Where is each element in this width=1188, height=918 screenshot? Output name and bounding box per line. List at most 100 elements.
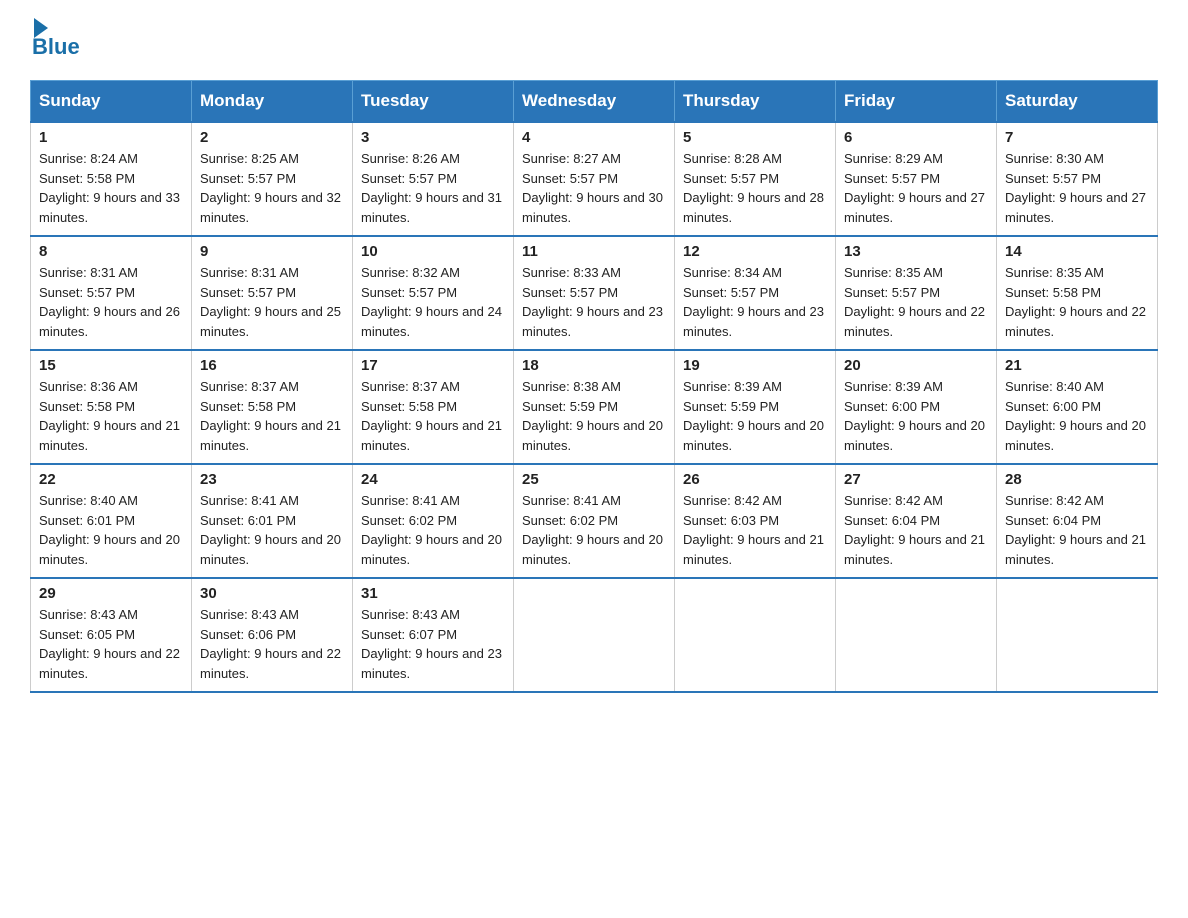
day-number: 29	[39, 585, 183, 602]
day-info: Sunrise: 8:39 AMSunset: 6:00 PMDaylight:…	[844, 377, 988, 455]
calendar-cell: 5 Sunrise: 8:28 AMSunset: 5:57 PMDayligh…	[675, 122, 836, 236]
day-number: 30	[200, 585, 344, 602]
calendar-cell: 10 Sunrise: 8:32 AMSunset: 5:57 PMDaylig…	[353, 236, 514, 350]
day-info: Sunrise: 8:42 AMSunset: 6:04 PMDaylight:…	[1005, 491, 1149, 569]
day-info: Sunrise: 8:40 AMSunset: 6:01 PMDaylight:…	[39, 491, 183, 569]
day-info: Sunrise: 8:43 AMSunset: 6:05 PMDaylight:…	[39, 605, 183, 683]
calendar-cell: 23 Sunrise: 8:41 AMSunset: 6:01 PMDaylig…	[192, 464, 353, 578]
day-info: Sunrise: 8:41 AMSunset: 6:02 PMDaylight:…	[361, 491, 505, 569]
day-number: 26	[683, 471, 827, 488]
logo-subtitle: Blue	[32, 34, 80, 60]
day-number: 13	[844, 243, 988, 260]
day-number: 7	[1005, 129, 1149, 146]
day-number: 22	[39, 471, 183, 488]
calendar-header-friday: Friday	[836, 81, 997, 123]
day-number: 9	[200, 243, 344, 260]
day-number: 8	[39, 243, 183, 260]
day-number: 25	[522, 471, 666, 488]
day-info: Sunrise: 8:32 AMSunset: 5:57 PMDaylight:…	[361, 263, 505, 341]
day-number: 18	[522, 357, 666, 374]
calendar-week-row: 1 Sunrise: 8:24 AMSunset: 5:58 PMDayligh…	[31, 122, 1158, 236]
day-number: 1	[39, 129, 183, 146]
calendar-cell: 18 Sunrise: 8:38 AMSunset: 5:59 PMDaylig…	[514, 350, 675, 464]
calendar-cell: 9 Sunrise: 8:31 AMSunset: 5:57 PMDayligh…	[192, 236, 353, 350]
calendar-cell: 16 Sunrise: 8:37 AMSunset: 5:58 PMDaylig…	[192, 350, 353, 464]
calendar-header-sunday: Sunday	[31, 81, 192, 123]
day-number: 23	[200, 471, 344, 488]
calendar-cell: 22 Sunrise: 8:40 AMSunset: 6:01 PMDaylig…	[31, 464, 192, 578]
calendar-week-row: 29 Sunrise: 8:43 AMSunset: 6:05 PMDaylig…	[31, 578, 1158, 692]
day-info: Sunrise: 8:36 AMSunset: 5:58 PMDaylight:…	[39, 377, 183, 455]
calendar-cell: 4 Sunrise: 8:27 AMSunset: 5:57 PMDayligh…	[514, 122, 675, 236]
day-info: Sunrise: 8:37 AMSunset: 5:58 PMDaylight:…	[200, 377, 344, 455]
calendar-cell: 19 Sunrise: 8:39 AMSunset: 5:59 PMDaylig…	[675, 350, 836, 464]
calendar-cell: 30 Sunrise: 8:43 AMSunset: 6:06 PMDaylig…	[192, 578, 353, 692]
day-info: Sunrise: 8:42 AMSunset: 6:04 PMDaylight:…	[844, 491, 988, 569]
calendar-week-row: 15 Sunrise: 8:36 AMSunset: 5:58 PMDaylig…	[31, 350, 1158, 464]
day-info: Sunrise: 8:30 AMSunset: 5:57 PMDaylight:…	[1005, 149, 1149, 227]
day-info: Sunrise: 8:25 AMSunset: 5:57 PMDaylight:…	[200, 149, 344, 227]
calendar-cell: 3 Sunrise: 8:26 AMSunset: 5:57 PMDayligh…	[353, 122, 514, 236]
calendar-cell: 14 Sunrise: 8:35 AMSunset: 5:58 PMDaylig…	[997, 236, 1158, 350]
day-number: 31	[361, 585, 505, 602]
day-number: 17	[361, 357, 505, 374]
day-info: Sunrise: 8:27 AMSunset: 5:57 PMDaylight:…	[522, 149, 666, 227]
day-info: Sunrise: 8:40 AMSunset: 6:00 PMDaylight:…	[1005, 377, 1149, 455]
calendar-cell: 17 Sunrise: 8:37 AMSunset: 5:58 PMDaylig…	[353, 350, 514, 464]
day-info: Sunrise: 8:43 AMSunset: 6:06 PMDaylight:…	[200, 605, 344, 683]
day-number: 21	[1005, 357, 1149, 374]
calendar-cell: 12 Sunrise: 8:34 AMSunset: 5:57 PMDaylig…	[675, 236, 836, 350]
calendar-cell: 21 Sunrise: 8:40 AMSunset: 6:00 PMDaylig…	[997, 350, 1158, 464]
day-info: Sunrise: 8:35 AMSunset: 5:58 PMDaylight:…	[1005, 263, 1149, 341]
calendar-cell: 11 Sunrise: 8:33 AMSunset: 5:57 PMDaylig…	[514, 236, 675, 350]
calendar-cell: 24 Sunrise: 8:41 AMSunset: 6:02 PMDaylig…	[353, 464, 514, 578]
day-info: Sunrise: 8:37 AMSunset: 5:58 PMDaylight:…	[361, 377, 505, 455]
calendar-header-thursday: Thursday	[675, 81, 836, 123]
calendar-cell: 2 Sunrise: 8:25 AMSunset: 5:57 PMDayligh…	[192, 122, 353, 236]
day-number: 5	[683, 129, 827, 146]
day-number: 14	[1005, 243, 1149, 260]
day-number: 16	[200, 357, 344, 374]
page-header: Blue	[30, 20, 1158, 60]
day-number: 3	[361, 129, 505, 146]
day-number: 2	[200, 129, 344, 146]
day-number: 20	[844, 357, 988, 374]
day-number: 4	[522, 129, 666, 146]
calendar-cell	[675, 578, 836, 692]
day-info: Sunrise: 8:41 AMSunset: 6:02 PMDaylight:…	[522, 491, 666, 569]
day-info: Sunrise: 8:29 AMSunset: 5:57 PMDaylight:…	[844, 149, 988, 227]
calendar-cell: 7 Sunrise: 8:30 AMSunset: 5:57 PMDayligh…	[997, 122, 1158, 236]
day-info: Sunrise: 8:41 AMSunset: 6:01 PMDaylight:…	[200, 491, 344, 569]
calendar-table: SundayMondayTuesdayWednesdayThursdayFrid…	[30, 80, 1158, 693]
calendar-cell	[514, 578, 675, 692]
day-number: 27	[844, 471, 988, 488]
day-info: Sunrise: 8:31 AMSunset: 5:57 PMDaylight:…	[39, 263, 183, 341]
day-info: Sunrise: 8:43 AMSunset: 6:07 PMDaylight:…	[361, 605, 505, 683]
day-info: Sunrise: 8:33 AMSunset: 5:57 PMDaylight:…	[522, 263, 666, 341]
calendar-cell: 29 Sunrise: 8:43 AMSunset: 6:05 PMDaylig…	[31, 578, 192, 692]
day-number: 24	[361, 471, 505, 488]
day-number: 15	[39, 357, 183, 374]
calendar-cell: 8 Sunrise: 8:31 AMSunset: 5:57 PMDayligh…	[31, 236, 192, 350]
calendar-header-wednesday: Wednesday	[514, 81, 675, 123]
day-info: Sunrise: 8:24 AMSunset: 5:58 PMDaylight:…	[39, 149, 183, 227]
day-number: 11	[522, 243, 666, 260]
day-info: Sunrise: 8:35 AMSunset: 5:57 PMDaylight:…	[844, 263, 988, 341]
calendar-cell: 1 Sunrise: 8:24 AMSunset: 5:58 PMDayligh…	[31, 122, 192, 236]
day-number: 28	[1005, 471, 1149, 488]
day-info: Sunrise: 8:39 AMSunset: 5:59 PMDaylight:…	[683, 377, 827, 455]
calendar-cell: 25 Sunrise: 8:41 AMSunset: 6:02 PMDaylig…	[514, 464, 675, 578]
calendar-week-row: 8 Sunrise: 8:31 AMSunset: 5:57 PMDayligh…	[31, 236, 1158, 350]
calendar-cell	[997, 578, 1158, 692]
calendar-header-saturday: Saturday	[997, 81, 1158, 123]
day-number: 19	[683, 357, 827, 374]
logo: Blue	[30, 20, 80, 60]
day-info: Sunrise: 8:31 AMSunset: 5:57 PMDaylight:…	[200, 263, 344, 341]
calendar-header-tuesday: Tuesday	[353, 81, 514, 123]
day-info: Sunrise: 8:38 AMSunset: 5:59 PMDaylight:…	[522, 377, 666, 455]
day-number: 6	[844, 129, 988, 146]
day-info: Sunrise: 8:26 AMSunset: 5:57 PMDaylight:…	[361, 149, 505, 227]
day-number: 12	[683, 243, 827, 260]
calendar-header-monday: Monday	[192, 81, 353, 123]
calendar-cell	[836, 578, 997, 692]
